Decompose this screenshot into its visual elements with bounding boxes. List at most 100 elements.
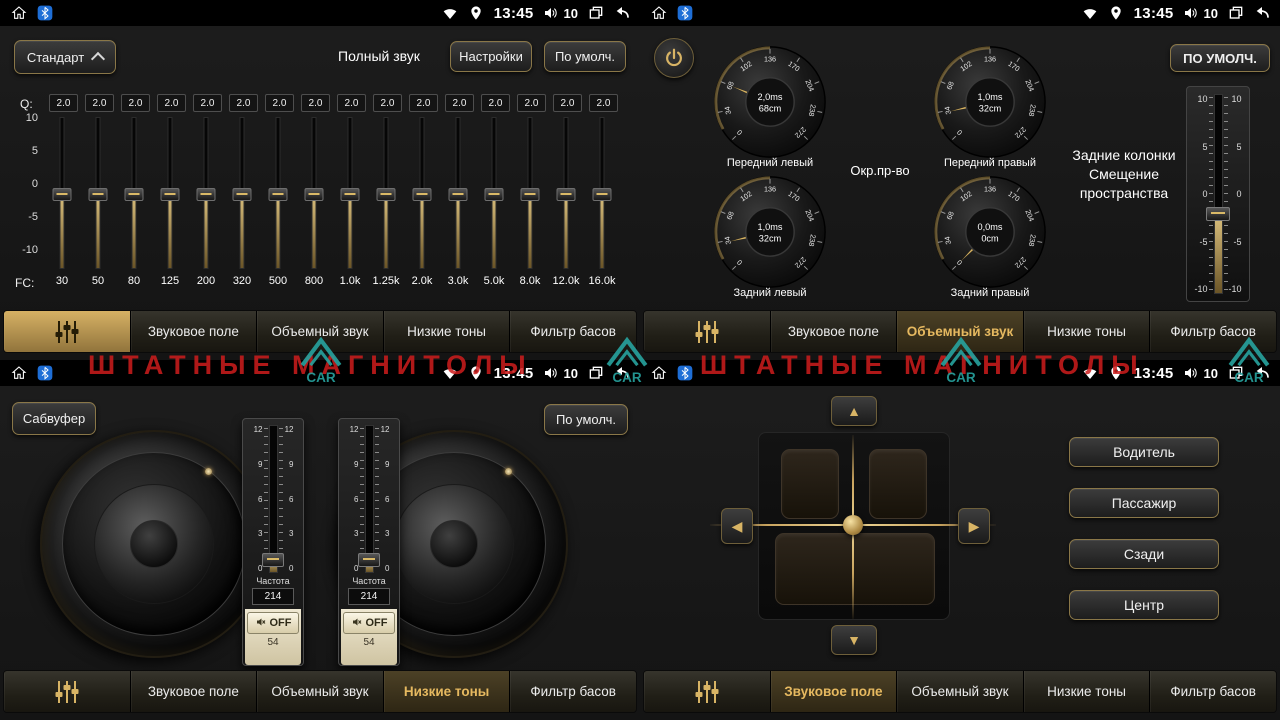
back-icon[interactable] — [613, 365, 630, 382]
home-icon[interactable] — [650, 365, 667, 382]
tab-surround-sound[interactable]: Объемный звук — [896, 671, 1023, 712]
settings-button[interactable]: Настройки — [450, 41, 532, 72]
eq-band-slider[interactable] — [224, 117, 260, 269]
down-arrow-button[interactable]: ▼ — [831, 625, 877, 655]
eq-slider-handle[interactable] — [485, 188, 504, 201]
eq-band-slider[interactable] — [584, 117, 620, 269]
tab-low-tones[interactable]: Низкие тоны — [383, 671, 510, 712]
passenger-button[interactable]: Пассажир — [1069, 488, 1219, 518]
eq-slider-handle[interactable] — [305, 188, 324, 201]
eq-band-slider[interactable] — [80, 117, 116, 269]
listening-position-handle[interactable] — [843, 515, 863, 535]
back-icon[interactable] — [1253, 365, 1270, 382]
eq-band-slider[interactable] — [548, 117, 584, 269]
rear-offset-handle[interactable] — [1206, 207, 1230, 221]
right-arrow-button[interactable]: ▶ — [958, 508, 990, 544]
eq-slider-handle[interactable] — [53, 188, 72, 201]
eq-slider-handle[interactable] — [89, 188, 108, 201]
tab-low-tones[interactable]: Низкие тоны — [1023, 671, 1150, 712]
recents-icon[interactable] — [1227, 5, 1244, 22]
left-arrow-button[interactable]: ◀ — [721, 508, 753, 544]
subwoofer-level-slider[interactable]: 129630129630 — [245, 425, 301, 573]
tab-surround-sound[interactable]: Объемный звук — [896, 311, 1023, 352]
home-icon[interactable] — [10, 5, 27, 22]
subwoofer-level-slider[interactable]: 129630129630 — [341, 425, 397, 573]
tab-bass-filter[interactable]: Фильтр басов — [1149, 311, 1276, 352]
tab-sound-field[interactable]: Звуковое поле — [130, 311, 257, 352]
eq-slider-handle[interactable] — [449, 188, 468, 201]
eq-band-slider[interactable] — [440, 117, 476, 269]
eq-slider-handle[interactable] — [125, 188, 144, 201]
eq-slider-handle[interactable] — [341, 188, 360, 201]
tab-bass-filter[interactable]: Фильтр басов — [509, 671, 636, 712]
preset-dropdown[interactable]: Стандарт — [14, 40, 116, 74]
default-button[interactable]: ПО УМОЛЧ. — [1170, 44, 1270, 72]
eq-slider-handle[interactable] — [161, 188, 180, 201]
delay-gauge[interactable]: 034681021361702042382721,0ms32cm — [712, 174, 828, 290]
slider-track[interactable] — [1214, 94, 1223, 294]
tab-bass-filter[interactable]: Фильтр басов — [509, 311, 636, 352]
tab-low-tones[interactable]: Низкие тоны — [1023, 311, 1150, 352]
center-button[interactable]: Центр — [1069, 590, 1219, 620]
eq-slider-handle[interactable] — [557, 188, 576, 201]
eq-band-slider[interactable] — [152, 117, 188, 269]
tab-surround-sound[interactable]: Объемный звук — [256, 311, 383, 352]
default-button[interactable]: По умолч. — [544, 41, 626, 72]
off-button[interactable]: OFF — [247, 612, 299, 634]
up-arrow-button[interactable]: ▲ — [831, 396, 877, 426]
tab-equalizer[interactable] — [4, 671, 130, 712]
recents-icon[interactable] — [587, 365, 604, 382]
power-button[interactable] — [654, 38, 694, 78]
tab-equalizer[interactable] — [4, 311, 130, 352]
scale-value: 0 — [253, 564, 263, 573]
slider-scale-right: 129630 — [284, 425, 294, 573]
eq-slider-handle[interactable] — [377, 188, 396, 201]
eq-band-slider[interactable] — [188, 117, 224, 269]
slider-track[interactable] — [365, 425, 374, 573]
back-icon[interactable] — [1253, 5, 1270, 22]
eq-band-slider[interactable] — [332, 117, 368, 269]
eq-band-slider[interactable] — [368, 117, 404, 269]
subwoofer-slider-handle[interactable] — [358, 553, 380, 567]
recents-icon[interactable] — [587, 5, 604, 22]
back-icon[interactable] — [613, 5, 630, 22]
eq-band-slider[interactable] — [44, 117, 80, 269]
rear-button[interactable]: Сзади — [1069, 539, 1219, 569]
subwoofer-slider-handle[interactable] — [262, 553, 284, 567]
delay-gauge[interactable]: 034681021361702042382722,0ms68cm — [712, 44, 828, 160]
eq-slider-handle[interactable] — [197, 188, 216, 201]
scale-value: 12 — [284, 425, 294, 434]
eq-band-slider[interactable] — [260, 117, 296, 269]
driver-button[interactable]: Водитель — [1069, 437, 1219, 467]
eq-band-slider[interactable] — [476, 117, 512, 269]
delay-gauge[interactable]: 034681021361702042382721,0ms32cm — [932, 44, 1048, 160]
scale-value: 9 — [284, 460, 294, 469]
eq-slider-handle[interactable] — [233, 188, 252, 201]
eq-band-slider[interactable] — [512, 117, 548, 269]
tab-sound-field[interactable]: Звуковое поле — [770, 671, 897, 712]
eq-slider-handle[interactable] — [269, 188, 288, 201]
delay-gauge[interactable]: 034681021361702042382720,0ms0cm — [932, 174, 1048, 290]
eq-band-slider[interactable] — [404, 117, 440, 269]
tab-sound-field[interactable]: Звуковое поле — [130, 671, 257, 712]
eq-band-slider[interactable] — [116, 117, 152, 269]
home-icon[interactable] — [10, 365, 27, 382]
tab-equalizer[interactable] — [644, 311, 770, 352]
off-button[interactable]: OFF — [343, 612, 395, 634]
tab-equalizer[interactable] — [644, 671, 770, 712]
tab-surround-sound[interactable]: Объемный звук — [256, 671, 383, 712]
rear-offset-slider[interactable]: 1050-5-101050-5-10 — [1186, 86, 1250, 302]
home-icon[interactable] — [650, 5, 667, 22]
eq-slider-handle[interactable] — [413, 188, 432, 201]
slider-track[interactable] — [269, 425, 278, 573]
tab-low-tones[interactable]: Низкие тоны — [383, 311, 510, 352]
eq-slider-handle[interactable] — [521, 188, 540, 201]
tab-sound-field[interactable]: Звуковое поле — [770, 311, 897, 352]
tab-bass-filter[interactable]: Фильтр басов — [1149, 671, 1276, 712]
eq-band-slider[interactable] — [296, 117, 332, 269]
eq-slider-handle[interactable] — [593, 188, 612, 201]
default-button[interactable]: По умолч. — [544, 404, 628, 435]
recents-icon[interactable] — [1227, 365, 1244, 382]
location-icon — [468, 365, 485, 382]
subwoofer-title-button[interactable]: Сабвуфер — [12, 402, 96, 435]
